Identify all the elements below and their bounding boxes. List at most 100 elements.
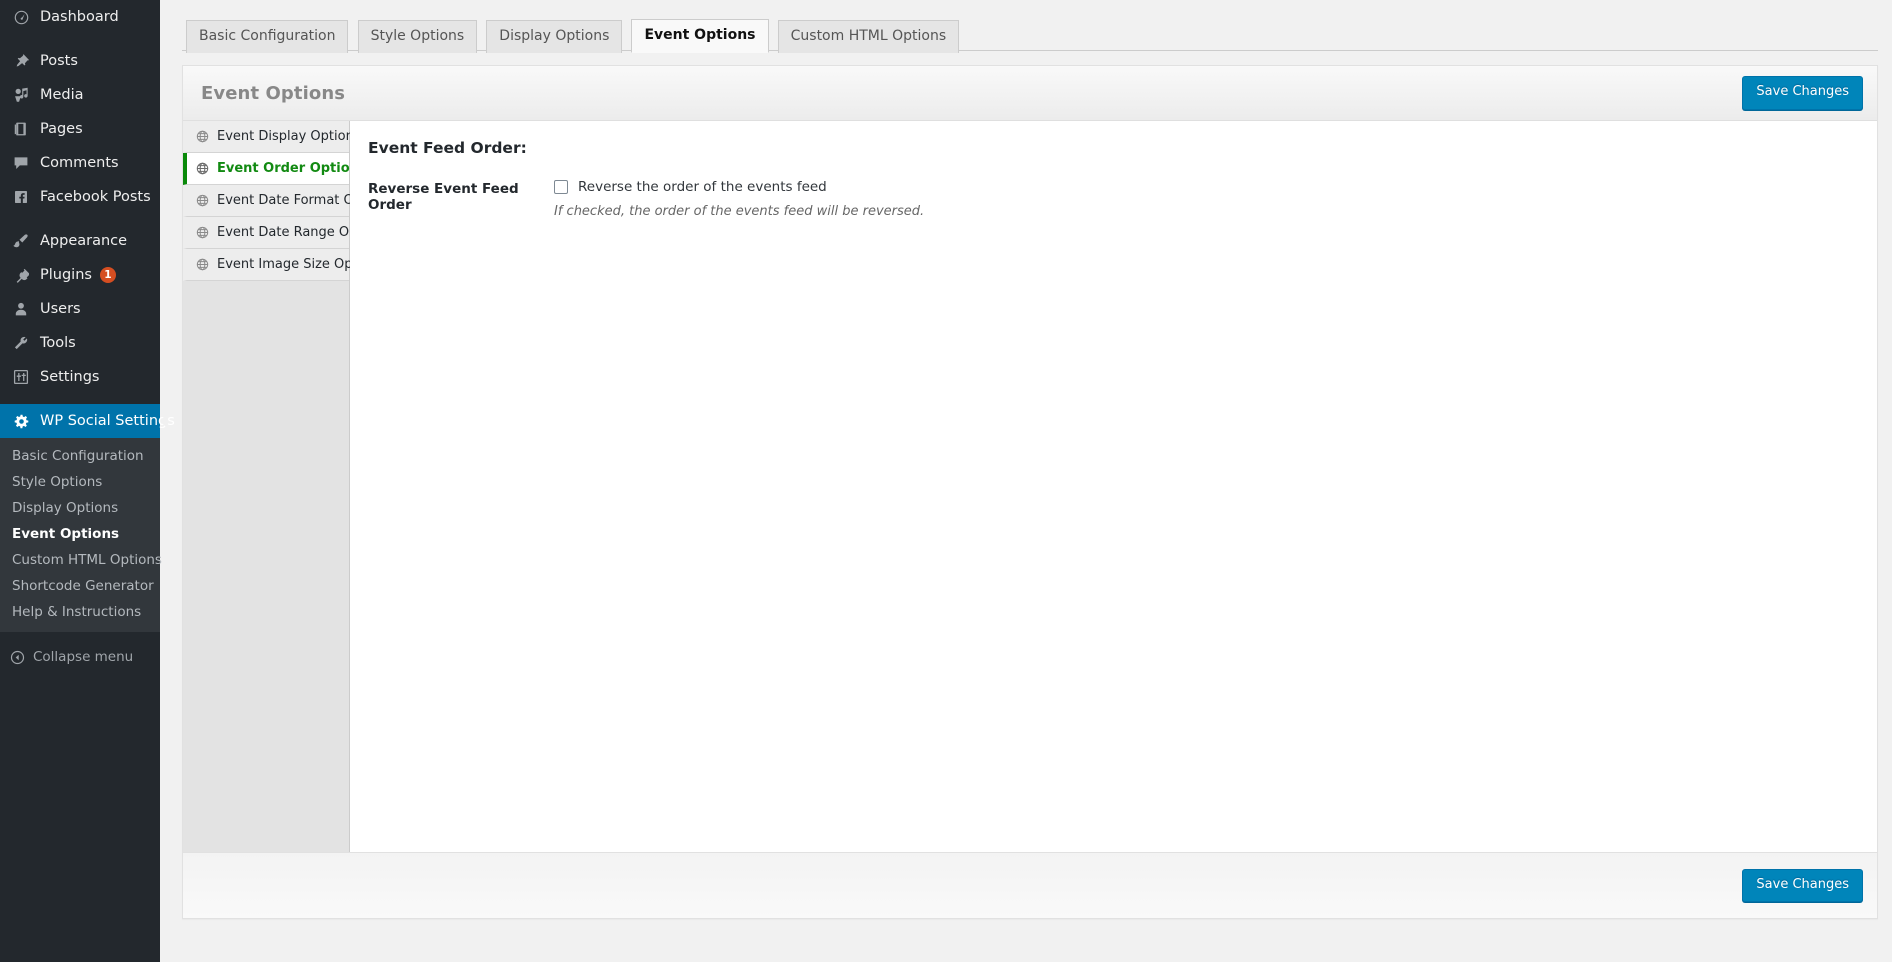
plug-icon: [8, 267, 34, 283]
sidebar-item-pages[interactable]: Pages: [0, 112, 160, 146]
sidebar-item-label: Dashboard: [40, 9, 119, 25]
sidebar-item-label: WP Social Settings: [40, 413, 175, 429]
pin-icon: [8, 53, 34, 69]
sidebar-item-media[interactable]: Media: [0, 78, 160, 112]
facebook-icon: [8, 189, 34, 205]
submenu-item-label: Help & Instructions: [12, 604, 142, 620]
sidebar-item-comments[interactable]: Comments: [0, 146, 160, 180]
form-row-reverse-event-feed-order: Reverse Event Feed Order Reverse the ord…: [368, 179, 1877, 219]
sidebar-item-label: Tools: [40, 335, 76, 351]
sidebar-item-users[interactable]: Users: [0, 292, 160, 326]
submenu-item-label: Display Options: [12, 500, 119, 516]
section-heading: Event Feed Order:: [368, 139, 527, 157]
sidebar-item-dashboard[interactable]: Dashboard: [0, 0, 160, 34]
page-title: Event Options: [201, 82, 346, 104]
globe-icon: [196, 226, 209, 239]
settings-sliders-icon: [8, 369, 34, 385]
sidebar-divider: [0, 34, 160, 44]
option-nav-event-date-range-options[interactable]: Event Date Range Options: [183, 217, 389, 249]
option-nav-event-image-size-options[interactable]: Event Image Size Options: [183, 249, 384, 281]
sidebar-divider: [0, 214, 160, 224]
reverse-feed-checkbox[interactable]: [554, 180, 568, 194]
wrench-icon: [8, 335, 34, 351]
sidebar-divider: [0, 394, 160, 404]
paintbrush-icon: [8, 233, 34, 249]
admin-sidebar: Dashboard Posts Media Pages Comments Fac…: [0, 0, 175, 962]
submenu-item-style-options[interactable]: Style Options: [0, 469, 160, 495]
admin-screen: Dashboard Posts Media Pages Comments Fac…: [0, 0, 1892, 962]
submenu-item-label: Event Options: [12, 526, 120, 542]
option-nav-event-date-format-options[interactable]: Event Date Format Options: [183, 185, 394, 217]
sidebar-item-label: Pages: [40, 121, 83, 137]
event-options-panel: Event Options Save Changes Event Display…: [182, 65, 1878, 919]
submenu-item-display-options[interactable]: Display Options: [0, 495, 160, 521]
settings-tab-bar: Basic Configuration Style Options Displa…: [182, 10, 1878, 53]
tab-label: Basic Configuration: [199, 28, 336, 44]
form-label: Reverse Event Feed Order: [368, 181, 519, 213]
save-changes-button-top[interactable]: Save Changes: [1742, 76, 1863, 110]
sidebar-item-facebook-posts[interactable]: Facebook Posts: [0, 180, 160, 214]
sidebar-item-tools[interactable]: Tools: [0, 326, 160, 360]
tab-display-options[interactable]: Display Options: [486, 20, 623, 53]
tab-label: Display Options: [499, 28, 610, 44]
plugins-update-badge: 1: [99, 267, 116, 283]
collapse-menu-label: Collapse menu: [33, 649, 134, 665]
tab-style-options[interactable]: Style Options: [357, 20, 478, 53]
submenu-item-shortcode-generator[interactable]: Shortcode Generator: [0, 573, 160, 599]
pages-icon: [8, 121, 34, 137]
form-field: Reverse the order of the events feed If …: [554, 179, 1877, 219]
sidebar-item-label: Posts: [40, 53, 78, 69]
save-changes-button-bottom[interactable]: Save Changes: [1742, 868, 1863, 903]
sidebar-item-label: Comments: [40, 155, 119, 171]
sidebar-item-label: Plugins: [40, 267, 92, 283]
panel-body: Event Display Options Event Order Option…: [183, 121, 1877, 852]
tab-basic-configuration[interactable]: Basic Configuration: [186, 20, 349, 53]
tab-label: Style Options: [370, 28, 465, 44]
gear-icon: [8, 413, 34, 430]
media-icon: [8, 87, 34, 103]
submenu-item-custom-html-options[interactable]: Custom HTML Options: [0, 547, 162, 573]
reverse-feed-checkbox-label: Reverse the order of the events feed: [578, 179, 827, 195]
submenu-item-label: Custom HTML Options: [12, 552, 162, 568]
globe-icon: [196, 194, 209, 207]
option-nav-event-display-options[interactable]: Event Display Options: [183, 121, 361, 153]
tab-event-options[interactable]: Event Options: [631, 19, 769, 53]
sidebar-item-label: Appearance: [40, 233, 128, 249]
sidebar-item-plugins[interactable]: Plugins 1: [0, 258, 160, 292]
sidebar-item-label: Media: [40, 87, 84, 103]
reverse-feed-checkbox-row[interactable]: Reverse the order of the events feed: [554, 179, 1877, 195]
tab-label: Event Options: [644, 27, 756, 43]
option-nav-label: Event Display Options: [217, 129, 361, 144]
sidebar-item-posts[interactable]: Posts: [0, 44, 160, 78]
globe-icon: [196, 258, 209, 271]
submenu-item-event-options[interactable]: Event Options: [0, 521, 160, 547]
content-area: Basic Configuration Style Options Displa…: [160, 0, 1892, 962]
sidebar-item-label: Facebook Posts: [40, 189, 151, 205]
collapse-arrow-icon: [10, 650, 25, 665]
tab-label: Custom HTML Options: [790, 28, 947, 44]
option-nav-event-order-options[interactable]: Event Order Options: [183, 153, 367, 185]
wp-social-settings-submenu: Basic Configuration Style Options Displa…: [0, 438, 162, 632]
event-options-nav: Event Display Options Event Order Option…: [183, 121, 394, 852]
sidebar-item-settings[interactable]: Settings: [0, 360, 160, 394]
event-order-options-form: Event Feed Order: Reverse Event Feed Ord…: [350, 121, 1877, 852]
globe-icon: [196, 130, 209, 143]
reverse-feed-description: If checked, the order of the events feed…: [554, 204, 925, 219]
sidebar-item-wp-social-settings[interactable]: WP Social Settings: [0, 404, 175, 438]
collapse-menu-button[interactable]: Collapse menu: [0, 640, 160, 674]
submenu-item-label: Shortcode Generator: [12, 578, 154, 594]
panel-header: Event Options Save Changes: [183, 66, 1877, 121]
submenu-item-basic-configuration[interactable]: Basic Configuration: [0, 443, 160, 469]
user-icon: [8, 301, 34, 317]
dashboard-icon: [8, 9, 34, 26]
submenu-item-help-instructions[interactable]: Help & Instructions: [0, 599, 160, 625]
submenu-item-label: Style Options: [12, 474, 103, 490]
sidebar-item-appearance[interactable]: Appearance: [0, 224, 160, 258]
sidebar-item-label: Users: [40, 301, 81, 317]
option-nav-label: Event Order Options: [217, 161, 367, 176]
comment-icon: [8, 155, 34, 171]
submenu-item-label: Basic Configuration: [12, 448, 144, 464]
globe-icon: [196, 162, 209, 175]
panel-footer: Save Changes: [183, 852, 1877, 918]
tab-custom-html-options[interactable]: Custom HTML Options: [777, 20, 960, 53]
